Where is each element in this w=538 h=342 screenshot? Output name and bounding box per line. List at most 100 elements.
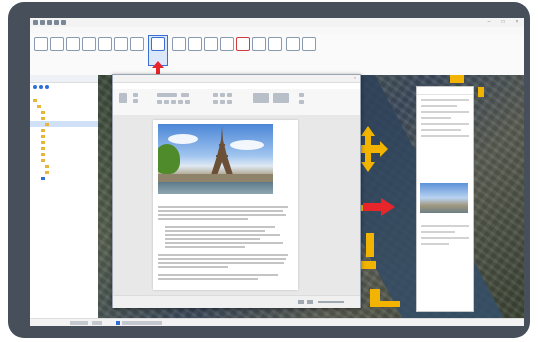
- replace-icon[interactable]: [299, 100, 304, 104]
- layer-tool-icon[interactable]: [33, 85, 37, 89]
- folder-icon: [41, 116, 45, 120]
- italic-icon[interactable]: [164, 100, 169, 104]
- ribbon-button-16[interactable]: [286, 37, 300, 51]
- ribbon-button-5[interactable]: [98, 37, 112, 51]
- ribbon-button-3[interactable]: [66, 37, 80, 51]
- view-icon[interactable]: [307, 300, 313, 304]
- ribbon-button-4[interactable]: [82, 37, 96, 51]
- ribbon-button-15[interactable]: [268, 37, 282, 51]
- bullets-icon[interactable]: [213, 93, 218, 97]
- folder-icon: [37, 104, 41, 108]
- document-close-button[interactable]: ×: [354, 75, 356, 82]
- panel-text-line: [421, 99, 469, 101]
- eiffel-tower: [210, 126, 234, 178]
- ribbon-button-11[interactable]: [204, 37, 218, 51]
- print-icon[interactable]: [61, 20, 66, 25]
- status-field: [122, 321, 162, 325]
- document-thumbnail[interactable]: [420, 183, 468, 213]
- building-highlight: [380, 301, 400, 307]
- ribbon-button-9[interactable]: [172, 37, 186, 51]
- ribbon-button-17[interactable]: [302, 37, 316, 51]
- status-field: [70, 321, 88, 325]
- save-icon[interactable]: [40, 20, 45, 25]
- ribbon-button-10[interactable]: [188, 37, 202, 51]
- zoom-slider[interactable]: [318, 301, 344, 303]
- ribbon-button-active[interactable]: [151, 37, 165, 51]
- folder-icon: [41, 110, 45, 114]
- minimize-button[interactable]: –: [486, 19, 492, 25]
- building-highlight: [450, 75, 464, 83]
- styles-gallery[interactable]: [273, 93, 289, 103]
- align-right-icon[interactable]: [227, 100, 232, 104]
- text-line: [158, 254, 288, 256]
- numbering-icon[interactable]: [220, 93, 225, 97]
- layer-tool-icon[interactable]: [39, 85, 43, 89]
- document-ribbon: [113, 89, 360, 116]
- strikethrough-icon[interactable]: [178, 100, 183, 104]
- text-line: [158, 262, 284, 264]
- ribbon-button-12[interactable]: [220, 37, 234, 51]
- copy-icon[interactable]: [133, 99, 138, 103]
- text-line: [158, 210, 283, 212]
- text-line: [158, 218, 248, 220]
- cloud: [168, 134, 198, 144]
- layer-panel: [30, 75, 99, 318]
- panel-text-line: [421, 129, 461, 131]
- folder-icon: [41, 128, 45, 132]
- eiffel-tower-photo: [158, 124, 273, 194]
- document-heading: [158, 197, 288, 201]
- building-highlight: [366, 233, 374, 257]
- text-line: [165, 242, 283, 244]
- view-icon[interactable]: [298, 300, 304, 304]
- document-canvas[interactable]: [113, 115, 360, 295]
- folder-icon: [41, 146, 45, 150]
- red-right-arrow-icon: [363, 198, 395, 216]
- folder-icon: [41, 134, 45, 138]
- align-center-icon[interactable]: [220, 100, 225, 104]
- undo-icon[interactable]: [47, 20, 52, 25]
- panel-text-line: [421, 135, 469, 137]
- delete-icon[interactable]: [236, 37, 250, 51]
- cut-icon[interactable]: [133, 93, 138, 97]
- bold-icon[interactable]: [157, 100, 162, 104]
- text-line: [165, 238, 260, 240]
- maximize-button[interactable]: □: [500, 19, 506, 25]
- font-size-select[interactable]: [181, 93, 189, 97]
- building-highlight: [478, 87, 484, 97]
- panel-text-line: [421, 225, 469, 227]
- bridge: [158, 174, 273, 182]
- ribbon-button-1[interactable]: [34, 37, 48, 51]
- device-frame: – □ × ×: [8, 2, 530, 338]
- close-button[interactable]: ×: [514, 19, 520, 25]
- paste-icon[interactable]: [119, 93, 127, 103]
- text-line: [158, 274, 278, 276]
- tree-item[interactable]: [30, 175, 98, 181]
- folder-icon: [41, 158, 45, 162]
- find-icon[interactable]: [299, 93, 304, 97]
- styles-gallery[interactable]: [253, 93, 269, 103]
- panel-text-line: [421, 117, 451, 119]
- underline-icon[interactable]: [171, 100, 176, 104]
- layer-tool-icon[interactable]: [45, 85, 49, 89]
- folder-icon: [45, 164, 49, 168]
- align-left-icon[interactable]: [213, 100, 218, 104]
- river-water: [158, 182, 273, 194]
- panel-text-line: [421, 243, 449, 245]
- text-line: [158, 206, 288, 208]
- status-indicator-icon: [116, 321, 120, 325]
- panel-text-line: [421, 237, 469, 239]
- ribbon-button-14[interactable]: [252, 37, 266, 51]
- ribbon-button-6[interactable]: [114, 37, 128, 51]
- building-highlight: [370, 289, 380, 307]
- ribbon-button-7[interactable]: [130, 37, 144, 51]
- layer-tree: [30, 97, 98, 181]
- document-page[interactable]: [153, 120, 298, 290]
- indent-icon[interactable]: [227, 93, 232, 97]
- font-color-icon[interactable]: [185, 100, 190, 104]
- status-field: [92, 321, 102, 325]
- redo-icon[interactable]: [54, 20, 59, 25]
- layer-panel-tools: [30, 83, 98, 91]
- ribbon-button-2[interactable]: [50, 37, 64, 51]
- font-select[interactable]: [157, 93, 177, 97]
- text-line: [165, 234, 280, 236]
